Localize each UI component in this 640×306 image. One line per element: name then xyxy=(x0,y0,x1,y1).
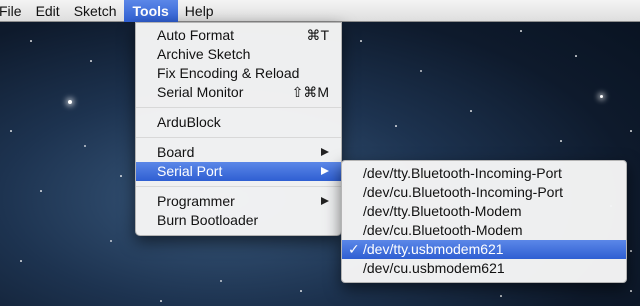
submenu-arrow-icon xyxy=(321,167,329,175)
port-item-tty-bt-modem[interactable]: /dev/tty.Bluetooth-Modem xyxy=(342,202,626,221)
menu-item-label: Fix Encoding & Reload xyxy=(157,65,300,81)
star xyxy=(630,290,632,292)
star xyxy=(300,290,302,292)
menu-bar: File Edit Sketch Tools Help xyxy=(0,0,640,22)
star xyxy=(470,110,472,112)
shortcut-label: ⌘T xyxy=(306,27,329,43)
star xyxy=(520,30,522,32)
submenu-arrow-icon xyxy=(321,197,329,205)
star xyxy=(395,125,397,127)
menu-item-label: Serial Port xyxy=(157,163,223,179)
star xyxy=(500,295,502,297)
star xyxy=(420,70,422,72)
menu-item-serial-monitor[interactable]: Serial Monitor ⇧⌘M xyxy=(136,83,341,102)
tools-menu: Auto Format ⌘T Archive Sketch Fix Encodi… xyxy=(135,22,342,236)
star xyxy=(40,190,42,192)
menu-item-label: /dev/tty.Bluetooth-Incoming-Port xyxy=(363,165,562,181)
menu-item-label: Burn Bootloader xyxy=(157,212,259,228)
star xyxy=(220,280,222,282)
menu-item-label: /dev/tty.usbmodem621 xyxy=(363,241,504,257)
menu-item-programmer[interactable]: Programmer xyxy=(136,192,341,211)
star xyxy=(84,145,86,147)
menu-item-auto-format[interactable]: Auto Format ⌘T xyxy=(136,26,341,45)
menu-edit[interactable]: Edit xyxy=(29,0,67,22)
star xyxy=(360,40,362,42)
menu-item-archive-sketch[interactable]: Archive Sketch xyxy=(136,45,341,64)
star xyxy=(575,55,577,57)
port-item-tty-bt-incoming[interactable]: /dev/tty.Bluetooth-Incoming-Port xyxy=(342,164,626,183)
menu-help[interactable]: Help xyxy=(178,0,221,22)
star xyxy=(90,60,92,62)
menu-item-label: /dev/cu.usbmodem621 xyxy=(363,260,505,276)
star xyxy=(600,95,603,98)
menu-item-fix-encoding[interactable]: Fix Encoding & Reload xyxy=(136,64,341,83)
star xyxy=(30,40,32,42)
menu-item-serial-port[interactable]: Serial Port xyxy=(136,162,341,181)
menu-item-ardublock[interactable]: ArduBlock xyxy=(136,113,341,132)
star xyxy=(120,175,122,177)
checkmark-icon: ✓ xyxy=(348,241,360,257)
menu-item-label: /dev/cu.Bluetooth-Incoming-Port xyxy=(363,184,563,200)
menu-file[interactable]: File xyxy=(0,0,29,22)
star xyxy=(630,130,632,132)
menu-item-label: /dev/tty.Bluetooth-Modem xyxy=(363,203,522,219)
menu-item-burn-bootloader[interactable]: Burn Bootloader xyxy=(136,211,341,230)
star xyxy=(68,100,72,104)
star xyxy=(110,240,112,242)
menu-tools[interactable]: Tools xyxy=(123,0,178,22)
menu-item-label: ArduBlock xyxy=(157,114,221,130)
port-item-cu-usbmodem621[interactable]: /dev/cu.usbmodem621 xyxy=(342,259,626,278)
star xyxy=(10,130,12,132)
submenu-arrow-icon xyxy=(321,148,329,156)
shortcut-label: ⇧⌘M xyxy=(291,84,329,100)
star xyxy=(630,250,632,252)
menu-item-board[interactable]: Board xyxy=(136,143,341,162)
star xyxy=(160,300,162,302)
port-item-tty-usbmodem621[interactable]: ✓ /dev/tty.usbmodem621 xyxy=(342,240,626,259)
menu-item-label: /dev/cu.Bluetooth-Modem xyxy=(363,222,523,238)
menu-separator xyxy=(136,107,341,108)
star xyxy=(20,260,22,262)
menu-separator xyxy=(136,137,341,138)
port-item-cu-bt-incoming[interactable]: /dev/cu.Bluetooth-Incoming-Port xyxy=(342,183,626,202)
menu-item-label: Auto Format xyxy=(157,27,235,43)
menu-separator xyxy=(136,186,341,187)
star xyxy=(560,140,562,142)
serial-port-submenu: /dev/tty.Bluetooth-Incoming-Port /dev/cu… xyxy=(341,160,627,283)
menu-item-label: Serial Monitor xyxy=(157,84,244,100)
menu-item-label: Board xyxy=(157,144,195,160)
menu-item-label: Archive Sketch xyxy=(157,46,251,62)
port-item-cu-bt-modem[interactable]: /dev/cu.Bluetooth-Modem xyxy=(342,221,626,240)
menu-sketch[interactable]: Sketch xyxy=(67,0,124,22)
menu-item-label: Programmer xyxy=(157,193,235,209)
